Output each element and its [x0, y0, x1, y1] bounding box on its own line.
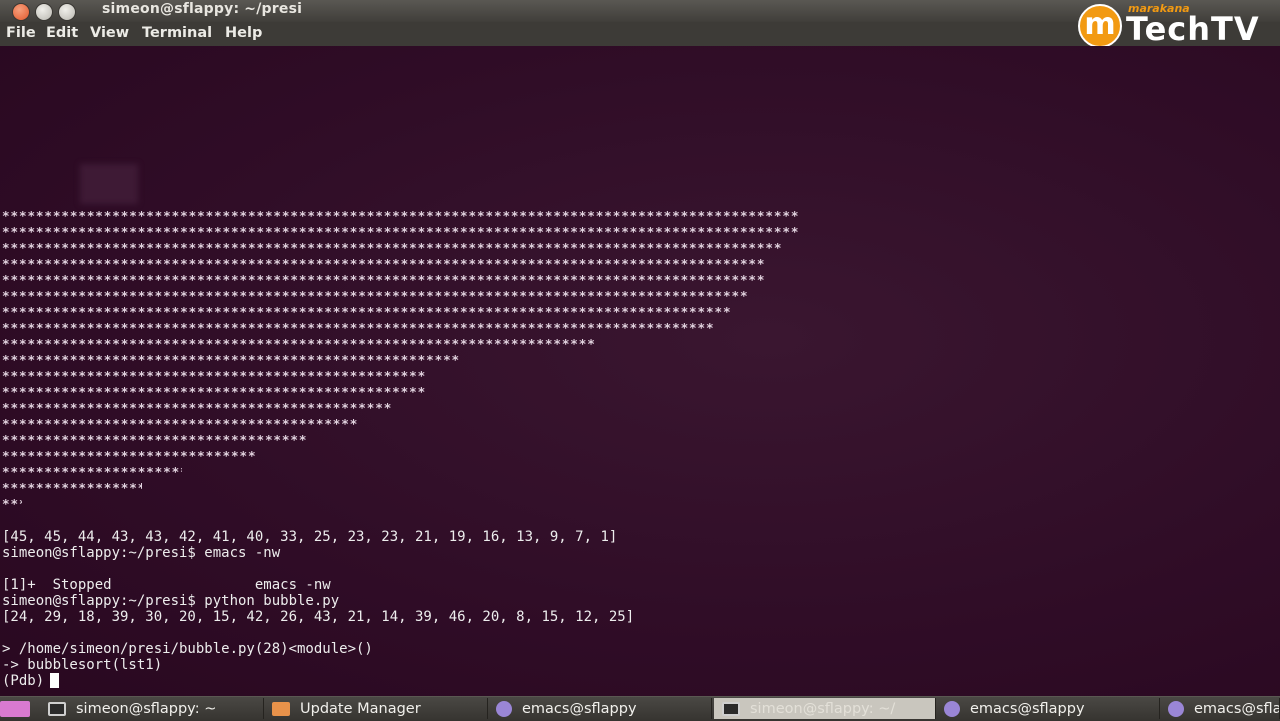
minimize-icon[interactable] [35, 3, 53, 21]
star-row: ****************************************… [2, 368, 427, 383]
emacs-icon [944, 700, 960, 717]
folder-icon [272, 701, 290, 716]
terminal-line-stopped: [1]+ Stopped emacs -nw [2, 577, 331, 593]
taskbar-item-emacs-1[interactable]: emacs@sflappy [488, 698, 712, 719]
taskbar-item-label: emacs@sflappy [1194, 700, 1279, 717]
star-row: ****************************** [2, 448, 257, 463]
star-row: ****************** [2, 480, 142, 495]
menu-help[interactable]: Help [225, 25, 262, 41]
terminal-line-unsorted-list: [24, 29, 18, 39, 30, 20, 15, 42, 26, 43,… [2, 609, 635, 625]
star-row: ************************************ [2, 432, 308, 447]
star-row: ****************************************… [2, 416, 359, 431]
menu-terminal[interactable]: Terminal [142, 25, 212, 41]
emacs-icon [496, 700, 512, 717]
terminal-output[interactable]: ****************************************… [0, 46, 1280, 696]
maximize-icon[interactable] [58, 3, 76, 21]
taskbar-item-emacs-3[interactable]: emacs@sflappy [1160, 698, 1280, 719]
close-icon[interactable] [12, 3, 30, 21]
star-row: ****************************************… [2, 272, 766, 287]
pdb-prompt-line[interactable]: (Pdb) [2, 673, 60, 689]
show-desktop-icon[interactable] [0, 701, 30, 717]
star-row: ****************************************… [2, 320, 715, 335]
star-row: ********************** [2, 464, 182, 479]
star-row: ****************************************… [2, 240, 783, 255]
star-row: ****************************************… [2, 224, 800, 239]
star-row: ****** [2, 496, 22, 511]
menu-edit[interactable]: Edit [46, 25, 78, 41]
taskbar-item-label: simeon@sflappy: ~ [76, 700, 217, 717]
terminal-line-pdb-next: -> bubblesort(lst1) [2, 657, 163, 673]
terminal-line-emacs-command: simeon@sflappy:~/presi$ emacs -nw [2, 545, 281, 561]
taskbar-item-label: simeon@sflappy: ~/ [750, 700, 896, 717]
star-row: ****************************************… [2, 304, 732, 319]
terminal-line-pdb-location: > /home/simeon/presi/bubble.py(28)<modul… [2, 641, 373, 657]
menu-view[interactable]: View [90, 25, 129, 41]
terminal-line-sorted-list: [45, 45, 44, 43, 43, 42, 41, 40, 33, 25,… [2, 529, 618, 545]
terminal-icon [48, 701, 66, 716]
taskbar-item-label: emacs@sflappy [970, 700, 1085, 717]
window-controls [12, 3, 76, 21]
star-row: ****************************************… [2, 256, 766, 271]
taskbar-item-emacs-2[interactable]: emacs@sflappy [936, 698, 1160, 719]
star-row: ****************************************… [2, 400, 393, 415]
techtv-logo: m marakana TechTV [1076, 2, 1276, 52]
star-row: ****************************************… [2, 352, 461, 367]
menu-file[interactable]: File [6, 25, 36, 41]
taskbar-item-label: emacs@sflappy [522, 700, 637, 717]
logo-product: TechTV [1126, 10, 1260, 48]
terminal-icon [722, 701, 740, 716]
ghost-artifact [80, 164, 138, 204]
star-row: ****************************************… [2, 384, 427, 399]
pdb-prompt: (Pdb) [2, 673, 45, 689]
taskbar-item-label: Update Manager [300, 700, 421, 717]
window-title: simeon@sflappy: ~/presi [102, 1, 303, 17]
taskbar: simeon@sflappy: ~ Update Manager emacs@s… [0, 696, 1280, 721]
taskbar-item-terminal-1[interactable]: simeon@sflappy: ~ [40, 698, 264, 719]
star-row: ****************************************… [2, 336, 596, 351]
emacs-icon [1168, 700, 1184, 717]
m-circle-logo-icon: m [1078, 4, 1122, 48]
text-cursor [50, 673, 60, 688]
taskbar-item-terminal-active[interactable]: simeon@sflappy: ~/ [714, 698, 936, 719]
star-row: ****************************************… [2, 288, 749, 303]
star-row: ****************************************… [2, 208, 800, 223]
taskbar-item-update-manager[interactable]: Update Manager [264, 698, 488, 719]
terminal-line-python-command: simeon@sflappy:~/presi$ python bubble.py [2, 593, 340, 609]
